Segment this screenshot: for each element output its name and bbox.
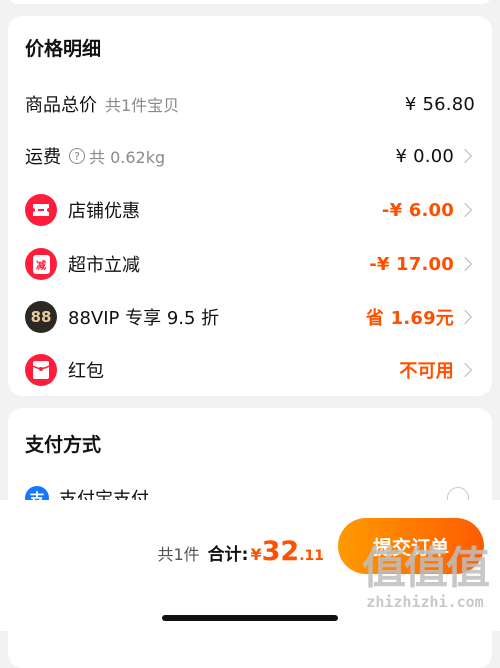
- watermark: 值值值 zhizhizhi.com: [362, 543, 490, 612]
- store-discount-row[interactable]: 店铺优惠 -¥ 6.00: [8, 190, 492, 230]
- question-icon[interactable]: ?: [69, 148, 85, 164]
- shipping-row[interactable]: 运费 ? 共 0.62kg ¥ 0.00: [8, 136, 492, 176]
- watermark-logo: 值值值: [362, 543, 490, 594]
- reduce-icon: 减: [25, 248, 57, 280]
- previous-card-edge: [8, 0, 492, 4]
- currency-symbol: ¥: [250, 545, 262, 564]
- vip-discount-label: 88VIP 专享 9.5 折: [68, 308, 220, 329]
- order-summary: 共1件 合计: ¥ 32 .11: [157, 536, 324, 567]
- chevron-right-icon: [457, 362, 473, 378]
- total-decimal: .11: [299, 548, 324, 564]
- shipping-label: 运费: [25, 147, 61, 168]
- chevron-right-icon: [457, 148, 473, 164]
- red-packet-row[interactable]: 红包 不可用: [8, 350, 492, 390]
- goods-total-label: 商品总价: [25, 95, 97, 116]
- supermarket-discount-label: 超市立减: [68, 255, 140, 276]
- ticket-icon: [25, 194, 57, 226]
- vip-discount-value: 省 1.69元: [365, 308, 454, 329]
- red-packet-label: 红包: [68, 361, 104, 382]
- total-integer: 32: [261, 536, 300, 567]
- price-detail-card: 价格明细 商品总价 共1件宝贝 ¥ 56.80 运费 ? 共 0.62kg ¥ …: [8, 16, 492, 396]
- store-discount-value: -¥ 6.00: [381, 199, 454, 221]
- payment-method-title: 支付方式: [25, 434, 102, 456]
- chevron-right-icon: [457, 309, 473, 325]
- home-indicator[interactable]: [162, 615, 338, 621]
- supermarket-discount-row[interactable]: 减 超市立减 -¥ 17.00: [8, 244, 492, 284]
- red-packet-icon: [25, 354, 57, 386]
- chevron-right-icon: [457, 202, 473, 218]
- price-detail-title: 价格明细: [25, 38, 102, 60]
- bottom-submit-bar: 共1件 合计: ¥ 32 .11 提交订单 值值值 zhizhizhi.com: [0, 500, 500, 631]
- watermark-domain: zhizhizhi.com: [366, 593, 484, 611]
- red-packet-status: 不可用: [399, 361, 454, 382]
- total-label: 合计:: [207, 545, 249, 565]
- reduce-glyph: 减: [32, 254, 50, 274]
- item-count: 共1件: [157, 545, 200, 564]
- shipping-value: ¥ 0.00: [395, 145, 454, 167]
- shipping-weight: 共 0.62kg: [89, 148, 166, 167]
- supermarket-discount-value: -¥ 17.00: [369, 253, 454, 275]
- goods-total-row: 商品总价 共1件宝贝 ¥ 56.80: [8, 84, 492, 124]
- 88vip-icon: 88: [25, 301, 57, 333]
- chevron-right-icon: [457, 256, 473, 272]
- goods-total-value: ¥ 56.80: [404, 93, 475, 115]
- store-discount-label: 店铺优惠: [68, 201, 140, 222]
- vip-discount-row[interactable]: 88 88VIP 专享 9.5 折 省 1.69元: [8, 297, 492, 337]
- goods-count: 共1件宝贝: [105, 96, 180, 115]
